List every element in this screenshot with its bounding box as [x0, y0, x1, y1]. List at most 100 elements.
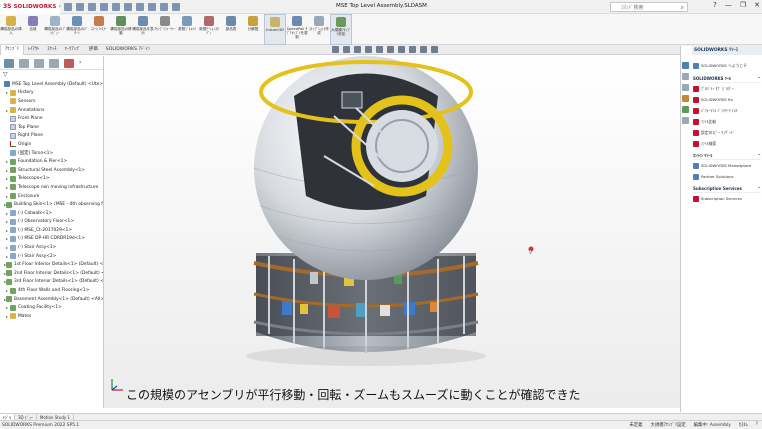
- minimize-button[interactable]: —: [725, 1, 732, 9]
- tree-node[interactable]: Top Plane: [0, 123, 103, 132]
- ribbon-button[interactable]: ｽﾅｯﾌﾟｼｮｯﾄ作成: [308, 14, 330, 45]
- tree-filter[interactable]: ▽: [0, 70, 103, 80]
- tree-node[interactable]: Origin: [0, 140, 103, 149]
- collapse-icon[interactable]: ⌃: [758, 152, 761, 159]
- section-title[interactable]: Subscription Services ⌃: [693, 185, 761, 193]
- ribbon-button[interactable]: 新規ﾓｰｼｮﾝｽﾀﾃﾞｨ: [198, 14, 220, 45]
- file-explorer-tab-icon[interactable]: [682, 84, 689, 91]
- command-tab[interactable]: ｱｾﾝﾌﾞﾘ: [0, 44, 24, 55]
- tree-node[interactable]: ▸ (-) MSE DP-HR CDRDR19d<1>: [0, 235, 103, 244]
- tree-node[interactable]: ▸ Foundation & Pier<1>: [0, 157, 103, 166]
- tree-node[interactable]: ▸ (-) Catwalk<1>: [0, 209, 103, 218]
- section-view-icon[interactable]: [365, 46, 372, 53]
- resources-tab-icon[interactable]: [682, 62, 689, 69]
- zoom-fit-icon[interactable]: [332, 46, 339, 53]
- section-title[interactable]: SOLIDWORKS ﾂｰﾙ ⌃: [693, 75, 761, 83]
- appearance-icon[interactable]: [409, 46, 416, 53]
- ribbon-button[interactable]: ｱｾﾝﾌﾞﾘﾌｨｰﾁｬｰ: [154, 14, 176, 45]
- collapse-icon[interactable]: ⌃: [758, 75, 761, 82]
- tree-node[interactable]: ▸ Structural Steel Assembly<1>: [0, 166, 103, 175]
- ribbon-button[interactable]: 構成部品の挿入: [0, 14, 22, 45]
- chevron-right-icon[interactable]: ›: [79, 59, 89, 68]
- command-tab[interactable]: ﾏｰｸｱｯﾌﾟ: [61, 45, 85, 55]
- resource-link[interactable]: ﾊﾟﾌｫｰﾏﾝｽ ﾍﾞﾝﾁﾏｰｸ ﾃｽﾄ: [693, 105, 761, 116]
- tree-node[interactable]: ▸ 1st Floor Interior Details<1> (Default)…: [0, 260, 103, 269]
- solidworks-logo[interactable]: 3S SOLIDWORKS ›: [0, 0, 61, 14]
- options-gear-icon[interactable]: [172, 2, 180, 11]
- display-manager-tab-icon[interactable]: [64, 59, 74, 68]
- select-icon[interactable]: [148, 2, 156, 11]
- display-style-icon[interactable]: [387, 46, 394, 53]
- maximize-button[interactable]: ❐: [740, 1, 746, 9]
- close-button[interactable]: ✕: [754, 1, 760, 9]
- ribbon-button[interactable]: Instant3D: [264, 14, 286, 45]
- command-tab[interactable]: 評価: [85, 45, 102, 55]
- resource-link[interactable]: 設定のｺﾋﾟｰ ｳｨｻﾞｰﾄﾞ: [693, 127, 761, 138]
- tree-node[interactable]: ▸ Telescope<1>: [0, 175, 103, 184]
- hide-show-icon[interactable]: [398, 46, 405, 53]
- tree-node[interactable]: ▸ Basement Assembly<1> (Default) <All>: [0, 295, 103, 304]
- resource-link[interactable]: ﾌｧｲﾙ比較: [693, 116, 761, 127]
- tree-node[interactable]: Sensors: [0, 97, 103, 106]
- tree-node[interactable]: ▸ Telescope non moving infrastructure: [0, 183, 103, 192]
- ribbon-button[interactable]: 分解図: [242, 14, 264, 45]
- welcome-link[interactable]: SOLIDWORKS へようこそ: [693, 60, 761, 71]
- redo-icon[interactable]: [136, 2, 144, 11]
- ribbon-button[interactable]: 構成部品のﾊﾟﾀｰﾝ: [66, 14, 88, 45]
- tree-node[interactable]: Front Plane: [0, 114, 103, 123]
- search-icon[interactable]: ⌕: [681, 4, 684, 12]
- ribbon-button[interactable]: 合致: [22, 14, 44, 45]
- ribbon-button[interactable]: 構成部品のﾌﾟﾚﾋﾞｭｰ: [44, 14, 66, 45]
- custom-properties-tab-icon[interactable]: [682, 117, 689, 124]
- tree-node[interactable]: ▸ 4th Floor Walls and Flooring<1>: [0, 286, 103, 295]
- help-button[interactable]: ?: [713, 1, 717, 9]
- ribbon-button[interactable]: 参照ｼﾞｵﾒﾄﾘ: [176, 14, 198, 45]
- tree-node[interactable]: ▸ (-) Stair Assy<2>: [0, 252, 103, 261]
- collapse-icon[interactable]: ⌃: [758, 185, 761, 192]
- menu-expand-icon[interactable]: ›: [58, 3, 60, 10]
- filter-icon[interactable]: ▽: [3, 71, 8, 78]
- section-title[interactable]: ｵﾝﾗｲﾝ ﾘｿｰｽ ⌃: [693, 152, 761, 160]
- resource-link[interactable]: ﾌｧｲﾙ検索: [693, 138, 761, 149]
- tree-node[interactable]: ▸ History: [0, 89, 103, 98]
- tree-node[interactable]: ▸ (-) Stair Assy<1>: [0, 243, 103, 252]
- graphics-viewport[interactable]: この規模のアセンブリが平行移動・回転・ズームもスムーズに動くことが確認できた: [104, 56, 680, 408]
- tree-node[interactable]: ▸ Mates: [0, 312, 103, 321]
- undo-icon[interactable]: [124, 2, 132, 11]
- tree-node[interactable]: ▸ 3rd Floor Interior Details<1> (Default)…: [0, 278, 103, 287]
- resource-link[interactable]: Subscription Services: [693, 193, 761, 204]
- tree-node[interactable]: Right Plane: [0, 132, 103, 141]
- ribbon-button[interactable]: ｽﾏｰﾄﾌｧｽﾅｰ: [88, 14, 110, 45]
- configuration-manager-tab-icon[interactable]: [34, 59, 44, 68]
- tree-node[interactable]: ▸ Building Skin<1> (MSE - 4th observing f…: [0, 200, 103, 209]
- resource-link[interactable]: Partner Solutions: [693, 171, 761, 182]
- tree-node[interactable]: ▸ Annotations: [0, 106, 103, 115]
- view-orientation-icon[interactable]: [376, 46, 383, 53]
- new-file-icon[interactable]: [76, 2, 84, 11]
- command-search-input[interactable]: ｺﾏﾝﾄﾞ検索 ⌕: [610, 2, 688, 12]
- dimxpert-tab-icon[interactable]: [49, 59, 59, 68]
- tree-node[interactable]: ▸ Coating Facility<1>: [0, 303, 103, 312]
- appearances-tab-icon[interactable]: [682, 106, 689, 113]
- command-tab[interactable]: ﾚｲｱｳﾄ: [24, 45, 44, 55]
- open-file-icon[interactable]: [88, 2, 96, 11]
- property-manager-tab-icon[interactable]: [19, 59, 29, 68]
- rebuild-icon[interactable]: [160, 2, 168, 11]
- feature-manager-tab-icon[interactable]: [4, 59, 14, 68]
- ribbon-button[interactable]: 構成部品を表示: [132, 14, 154, 45]
- command-tab[interactable]: SOLIDWORKS ｱﾄﾞｲﾝ: [102, 45, 154, 55]
- tree-node[interactable]: ▸ (-) MSE_Ct-2017029<1>: [0, 226, 103, 235]
- view-settings-icon[interactable]: [431, 46, 438, 53]
- print-icon[interactable]: [112, 2, 120, 11]
- command-tab[interactable]: ｽｹｯﾁ: [43, 45, 60, 55]
- resource-link[interactable]: SOLIDWORKS Rx: [693, 94, 761, 105]
- tree-node[interactable]: ▸ (-) Observatory Floor<1>: [0, 218, 103, 227]
- previous-view-icon[interactable]: [354, 46, 361, 53]
- tree-root[interactable]: MSE Top Level Assembly (Default) <Ute>: [0, 80, 103, 89]
- scene-icon[interactable]: [420, 46, 427, 53]
- home-icon[interactable]: [64, 2, 72, 11]
- ribbon-button[interactable]: 大規模ｱｾﾝﾌﾞﾘ設定: [330, 14, 352, 45]
- tree-node[interactable]: ▸ Enclosure: [0, 192, 103, 201]
- design-library-tab-icon[interactable]: [682, 73, 689, 80]
- tree-node[interactable]: (固定) Torso<1>: [0, 149, 103, 158]
